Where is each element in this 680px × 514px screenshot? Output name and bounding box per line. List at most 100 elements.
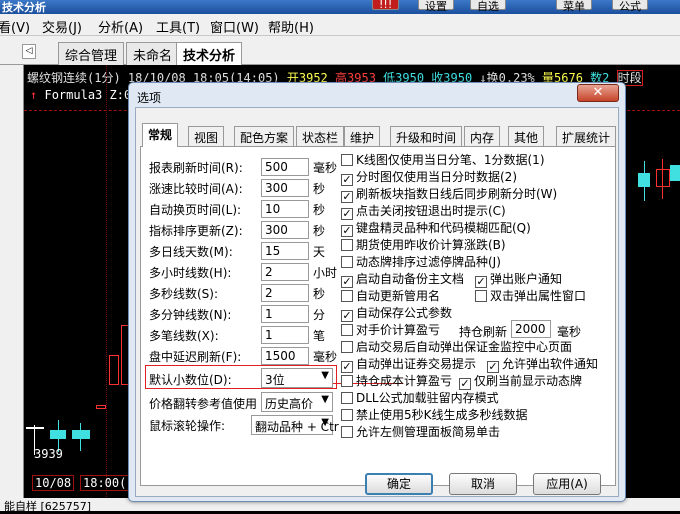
checkbox-label: 动态牌排序过滤停牌品种(J) xyxy=(356,255,501,269)
report-refresh-input[interactable]: 500 xyxy=(261,158,309,176)
formula-name: Formula3 Z:0 xyxy=(44,88,132,102)
checkbox-dll-resident[interactable]: DLL公式加载驻留内存模式 xyxy=(341,389,499,406)
checkbox-exit-prompt[interactable]: ✓ 点击关闭按钮退出时提示(C) xyxy=(341,202,506,220)
auto-page-input[interactable]: 10 xyxy=(261,200,309,218)
menu-analysis[interactable]: 分析(A) xyxy=(98,17,143,36)
close-button[interactable]: ✕ xyxy=(577,84,619,102)
field-label: 多日线天数(M): xyxy=(149,245,233,259)
checkbox-dblclick-property[interactable]: 双击弹出属性窗口 xyxy=(475,287,586,304)
menu-trade[interactable]: 交易(J) xyxy=(42,17,82,36)
candle xyxy=(26,427,44,429)
decimal-select[interactable]: 3位 ▼ xyxy=(261,368,333,388)
tab-memory[interactable]: 内存 xyxy=(464,126,501,146)
multi-minute-input[interactable]: 1 xyxy=(261,305,309,323)
checkbox-refresh-visible-only[interactable]: ✓ 仅刷当前显示动态牌 xyxy=(459,372,582,390)
tab-untitled[interactable]: 未命名 xyxy=(126,42,180,65)
toolbar-button-formula[interactable]: 公式 xyxy=(612,0,648,13)
checkbox-label: 启动交易后自动弹出保证金监控中心页面 xyxy=(356,340,573,354)
tab-general[interactable]: 常规 xyxy=(142,123,179,147)
formula-label: ↑ Formula3 Z:0 xyxy=(30,88,131,102)
field-label: 涨速比较时间(A): xyxy=(149,182,243,196)
general-tab-panel: 报表刷新时间(R): 500 毫秒 涨速比较时间(A): 300 秒 自动换页时… xyxy=(140,146,616,486)
field-unit: 秒 xyxy=(313,287,326,301)
checkbox-software-notify[interactable]: ✓ 允许弹出软件通知 xyxy=(487,355,598,373)
field-label: 多秒线数(S): xyxy=(149,287,219,301)
dialog-title: 选项 xyxy=(137,91,162,105)
wheel-select[interactable]: 翻动品种 + Ctr ▼ xyxy=(251,415,339,435)
checkbox-filter-suspended[interactable]: 动态牌排序过滤停牌品种(J) xyxy=(341,253,501,270)
price-ref-select[interactable]: 历史高价 ▼ xyxy=(261,392,333,412)
workspace-tab-bar: ◁ 综合管理 未命名 技术分析 xyxy=(0,36,680,66)
tab-other[interactable]: 其他 xyxy=(508,126,545,146)
field-unit: 秒 xyxy=(313,203,326,217)
checkbox-cost-pnl[interactable]: 持仓成本计算盈亏 xyxy=(341,372,452,389)
hold-refresh-input[interactable]: 2000 xyxy=(511,320,551,338)
checkbox-futures-prev-close[interactable]: 期货使用昨收价计算涨跌(B) xyxy=(341,236,506,253)
checkbox-label: 禁止使用5秒K线生成多秒线数据 xyxy=(356,408,528,422)
delay-refresh-input[interactable]: 1500 xyxy=(261,347,309,365)
menu-window[interactable]: 窗口(W) xyxy=(210,17,259,36)
checkbox-fuzzy-match[interactable]: ✓ 键盘精灵品种和代码模糊匹配(Q) xyxy=(341,219,531,237)
dialog-body: 常规 视图 配色方案 状态栏 维护 升级和时间 内存 其他 扩展统计 报表刷新时… xyxy=(135,107,619,497)
checkbox-label: DLL公式加载驻留内存模式 xyxy=(356,391,499,405)
indicator-sort-input[interactable]: 300 xyxy=(261,221,309,239)
checkbox-label: 自动保存公式参数 xyxy=(356,306,453,320)
alert-button[interactable]: !!! xyxy=(372,0,400,11)
apply-button[interactable]: 应用(A) xyxy=(533,473,601,495)
tab-technical-analysis[interactable]: 技术分析 xyxy=(176,42,243,66)
checkbox-label: 持仓成本计算盈亏 xyxy=(356,374,453,388)
candle xyxy=(638,173,650,187)
multi-second-input[interactable]: 2 xyxy=(261,284,309,302)
checkbox-box xyxy=(341,154,353,166)
price-ref-value: 历史高价 xyxy=(265,397,314,411)
checkbox-account-notify[interactable]: ✓ 弹出账户通知 xyxy=(475,270,562,288)
tab-maintenance[interactable]: 维护 xyxy=(344,126,381,146)
checkbox-margin-monitor[interactable]: 启动交易后自动弹出保证金监控中心页面 xyxy=(341,338,572,355)
checkbox-trade-prompt[interactable]: ✓ 自动弹出证券交易提示 xyxy=(341,355,476,373)
field-label: 报表刷新时间(R): xyxy=(149,161,243,175)
checkbox-kline-today[interactable]: K线图仅使用当日分笔、1分数据(1) xyxy=(341,151,545,168)
cancel-button[interactable]: 取消 xyxy=(449,473,517,495)
multi-tick-input[interactable]: 1 xyxy=(261,326,309,344)
menu-bar: 看(V) 交易(J) 分析(A) 工具(T) 窗口(W) 帮助(H) xyxy=(0,14,680,36)
tab-statusbar[interactable]: 状态栏 xyxy=(296,126,345,146)
tab-overview[interactable]: 综合管理 xyxy=(58,42,125,65)
checkbox-left-panel-single-click[interactable]: 允许左侧管理面板简易单击 xyxy=(341,423,500,440)
checkbox-box xyxy=(475,290,487,302)
menu-tools[interactable]: 工具(T) xyxy=(156,17,200,36)
checkbox-sync-refresh[interactable]: ✓ 刷新板块指数日线后同步刷新分时(W) xyxy=(341,185,557,203)
tab-color-scheme[interactable]: 配色方案 xyxy=(234,126,295,146)
multi-day-input[interactable]: 15 xyxy=(261,242,309,260)
checkbox-box xyxy=(341,290,353,302)
toolbar-button-settings[interactable]: 设置 xyxy=(418,0,454,13)
checkbox-auto-backup[interactable]: ✓ 启动自动备份主文档 xyxy=(341,270,464,288)
tab-upgrade-time[interactable]: 升级和时间 xyxy=(390,126,463,146)
checkbox-save-formula-params[interactable]: ✓ 自动保存公式参数 xyxy=(341,304,452,322)
checkbox-auto-update-name[interactable]: 自动更新管用名 xyxy=(341,287,440,304)
candle xyxy=(670,165,680,181)
field-label: 多小时线数(H): xyxy=(149,266,232,280)
tab-extended-stats[interactable]: 扩展统计 xyxy=(556,126,617,146)
checkbox-no-5s-kline[interactable]: 禁止使用5秒K线生成多秒线数据 xyxy=(341,406,528,423)
ok-button[interactable]: 确定 xyxy=(365,473,433,495)
checkbox-box xyxy=(341,409,353,421)
checkbox-label: 自动更新管用名 xyxy=(356,289,441,303)
checkbox-label: 键盘精灵品种和代码模糊匹配(Q) xyxy=(356,221,531,235)
checkbox-label: 点击关闭按钮退出时提示(C) xyxy=(356,204,506,218)
checkbox-timeline-today[interactable]: ✓ 分时图仅使用当日分时数据(2) xyxy=(341,168,517,186)
checkbox-counterparty-pnl[interactable]: 对手价计算盈亏 xyxy=(341,321,440,338)
toolbar-button-menu[interactable]: 菜单 xyxy=(556,0,592,13)
speed-compare-input[interactable]: 300 xyxy=(261,179,309,197)
menu-help[interactable]: 帮助(H) xyxy=(268,17,314,36)
tab-scroll-left-icon[interactable]: ◁ xyxy=(22,44,36,59)
toolbar-button-favorites[interactable]: 自选 xyxy=(470,0,506,13)
options-dialog: 选项 ✕ 常规 视图 配色方案 状态栏 维护 升级和时间 内存 其他 扩展统计 … xyxy=(128,82,626,502)
multi-hour-input[interactable]: 2 xyxy=(261,263,309,281)
chevron-down-icon: ▼ xyxy=(321,394,329,405)
menu-view[interactable]: 看(V) xyxy=(0,17,30,36)
field-label: 盘中延迟刷新(F): xyxy=(149,350,242,364)
field-unit: 秒 xyxy=(313,224,326,238)
field-unit: 毫秒 xyxy=(313,161,338,175)
field-unit: 天 xyxy=(313,245,326,259)
tab-view[interactable]: 视图 xyxy=(188,126,225,146)
